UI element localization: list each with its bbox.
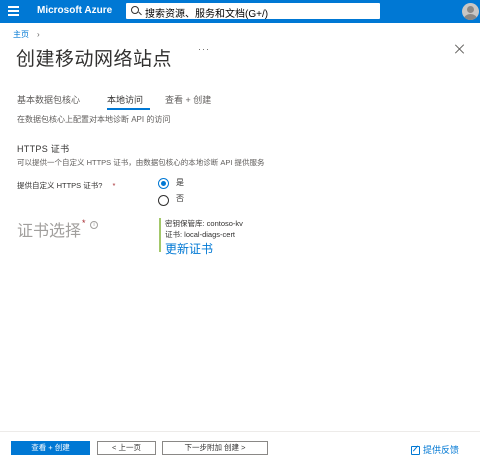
search-icon	[131, 6, 139, 14]
custom-cert-label-text: 提供自定义 HTTPS 证书?	[17, 181, 103, 190]
page-title: 创建移动网络站点	[16, 49, 173, 70]
cert-selection-label: 证书选择	[17, 223, 82, 240]
cert-required-mark: *	[82, 218, 86, 228]
top-bar: Microsoft Azure 搜索资源、服务和文档(G+/)	[0, 0, 480, 23]
search-placeholder: 搜索资源、服务和文档(G+/)	[145, 9, 269, 20]
active-tab-indicator	[107, 108, 150, 110]
certificate-value: 证书: local-diags-cert	[165, 230, 236, 239]
custom-cert-label: 提供自定义 HTTPS 证书? *	[17, 180, 115, 191]
tab-review-create[interactable]: 查看 + 创建	[165, 93, 211, 106]
tab-basic-packet-core[interactable]: 基本数据包核心	[17, 93, 80, 106]
user-avatar-icon[interactable]	[462, 3, 479, 20]
key-vault-value: 密钥保管库: contoso-kv	[165, 219, 243, 228]
radio-yes[interactable]	[158, 178, 169, 189]
required-mark: *	[112, 181, 116, 190]
next-button[interactable]: 下一步附加 创建 >	[162, 441, 268, 455]
breadcrumb: 主页 ›	[13, 29, 40, 40]
feedback-label: 提供反馈	[423, 445, 460, 455]
footer-divider	[0, 431, 480, 432]
more-options-icon[interactable]: ···	[198, 44, 210, 54]
global-search-input[interactable]: 搜索资源、服务和文档(G+/)	[126, 3, 380, 20]
tab-local-access[interactable]: 本地访问	[107, 93, 143, 106]
feedback-icon	[411, 445, 420, 455]
radio-no-label[interactable]: 否	[176, 193, 184, 204]
tab-description: 在数据包核心上配置对本地诊断 API 的访问	[17, 115, 171, 124]
feedback-link[interactable]: 提供反馈	[411, 443, 459, 456]
hamburger-menu-icon[interactable]	[8, 6, 19, 16]
https-section-title: HTTPS 证书	[17, 144, 70, 154]
update-certificate-link[interactable]: 更新证书	[165, 240, 213, 257]
close-icon[interactable]	[455, 44, 465, 54]
cert-selection-accent-bar	[159, 218, 161, 252]
radio-no[interactable]	[158, 195, 169, 206]
brand-title[interactable]: Microsoft Azure	[37, 5, 112, 16]
previous-button[interactable]: < 上一页	[97, 441, 156, 455]
radio-yes-label[interactable]: 是	[176, 177, 184, 188]
review-create-button[interactable]: 查看 + 创建	[11, 441, 90, 455]
info-icon[interactable]: i	[90, 221, 98, 229]
breadcrumb-separator-icon: ›	[37, 30, 40, 39]
breadcrumb-home-link[interactable]: 主页	[13, 30, 29, 39]
https-section-description: 可以提供一个自定义 HTTPS 证书，由数据包核心的本地诊断 API 提供服务	[17, 158, 265, 167]
